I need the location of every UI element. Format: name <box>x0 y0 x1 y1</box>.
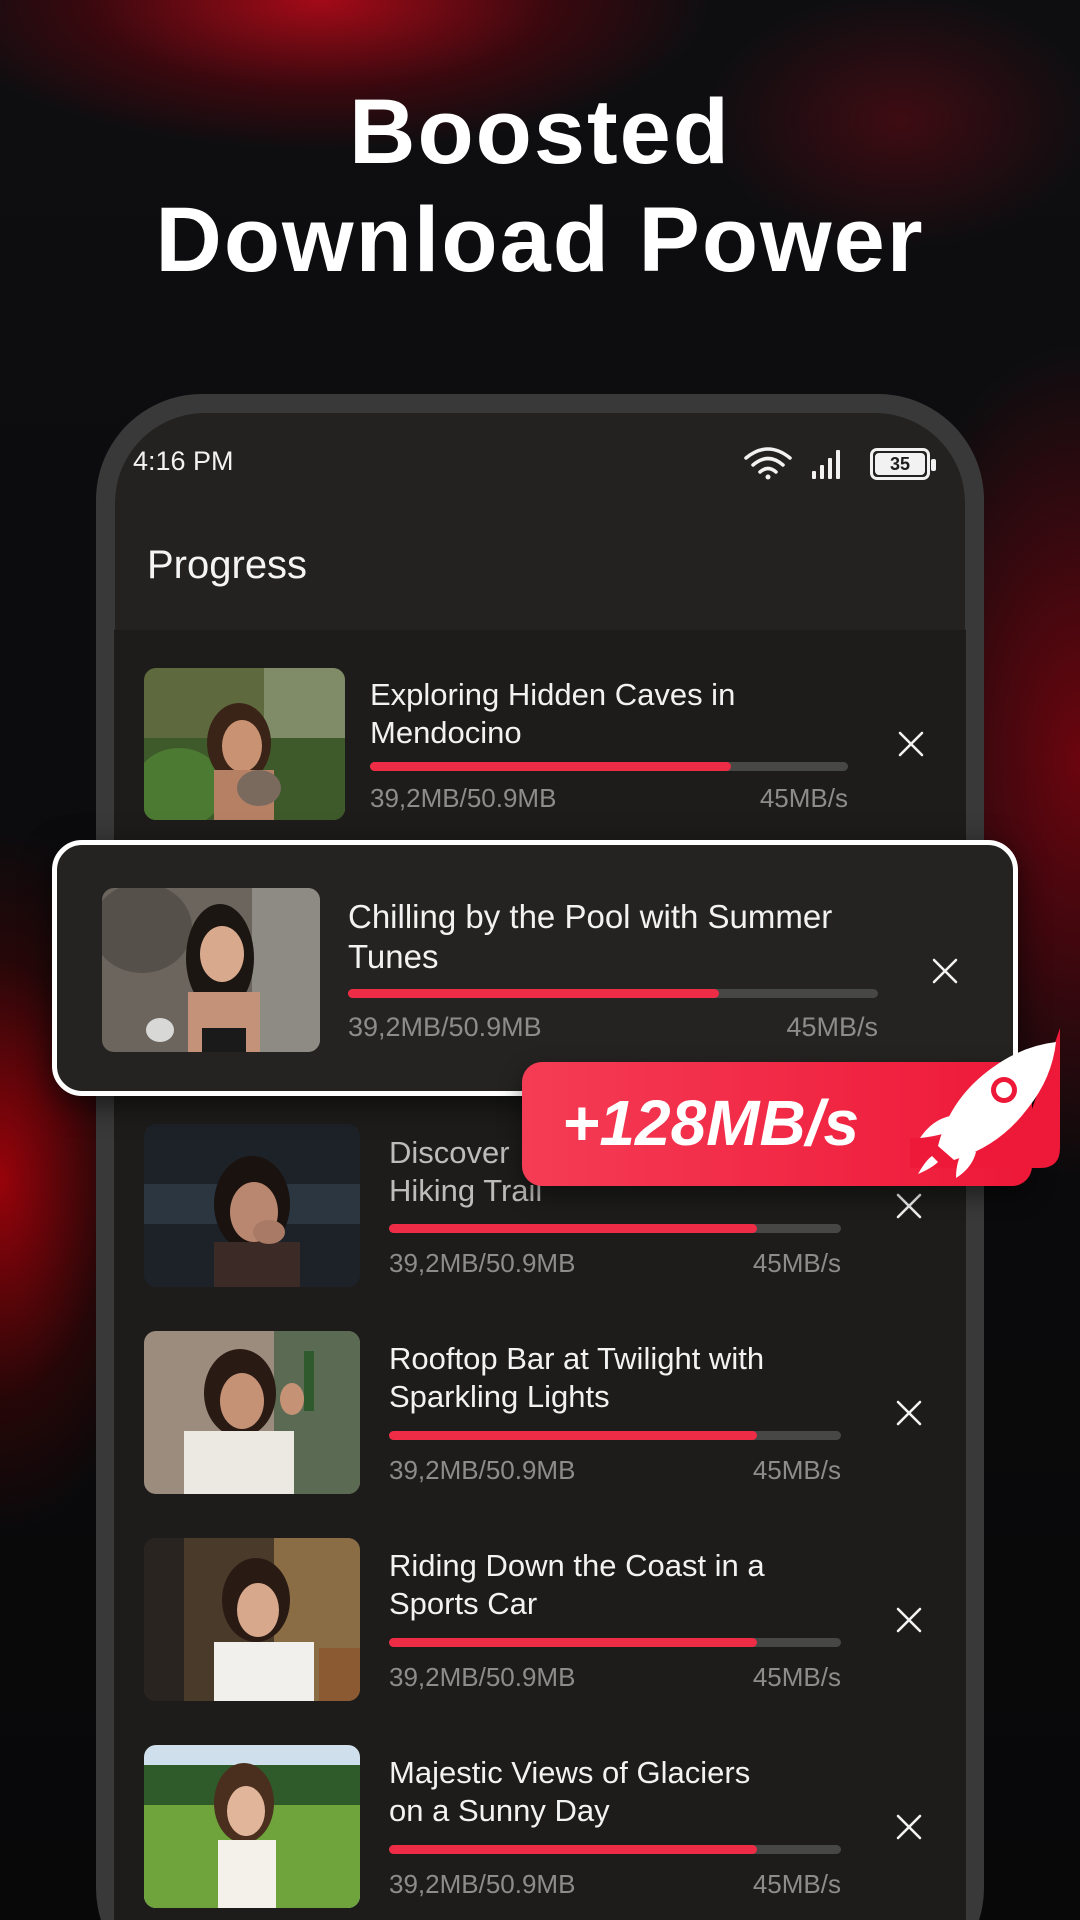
promo-stage: Boosted Download Power 4:16 PM 35 Progre… <box>0 0 1080 1920</box>
item-title: Chilling by the Pool with Summer Tunes <box>348 898 833 975</box>
speed-label: 45MB/s <box>786 1012 878 1042</box>
progress-fill <box>389 1638 758 1647</box>
signal-icon <box>812 450 840 479</box>
speed-label: 45MB/s <box>752 1455 841 1485</box>
close-icon[interactable] <box>895 1813 923 1841</box>
size-label: 39,2MB/50.9MB <box>389 1248 576 1278</box>
headline-line-2: Download Power <box>155 189 925 291</box>
page-title: Progress <box>147 543 308 587</box>
size-label: 39,2MB/50.9MB <box>348 1012 542 1042</box>
battery-icon: 35 <box>870 448 936 480</box>
boost-label: +128MB/s <box>562 1087 860 1159</box>
progress-fill <box>389 1431 758 1440</box>
battery-level: 35 <box>875 453 925 475</box>
close-icon[interactable] <box>897 730 925 758</box>
video-thumbnail <box>102 888 320 1052</box>
speed-label: 45MB/s <box>752 1248 841 1278</box>
speed-label: 45MB/s <box>759 783 848 813</box>
progress-bar <box>389 1845 841 1854</box>
close-icon[interactable] <box>895 1192 923 1220</box>
item-title: Majestic Views of Glaciers on a Sunny Da… <box>389 1755 751 1828</box>
size-label: 39,2MB/50.9MB <box>389 1455 576 1485</box>
progress-bar <box>389 1431 841 1440</box>
speed-label: 45MB/s <box>752 1662 841 1692</box>
speed-label: 45MB/s <box>752 1869 841 1899</box>
video-thumbnail <box>144 1538 360 1701</box>
progress-fill <box>389 1845 758 1854</box>
progress-bar <box>348 989 878 998</box>
video-thumbnail <box>144 1124 360 1287</box>
close-icon[interactable] <box>931 957 959 985</box>
size-label: 39,2MB/50.9MB <box>370 783 557 813</box>
headline-line-1: Boosted <box>349 81 731 183</box>
close-icon[interactable] <box>895 1399 923 1427</box>
status-time: 4:16 PM <box>133 446 234 476</box>
item-title: Riding Down the Coast in a Sports Car <box>389 1548 765 1621</box>
rocket-icon <box>910 1028 1060 1178</box>
progress-fill <box>348 989 719 998</box>
progress-bar <box>389 1638 841 1647</box>
wifi-icon <box>744 447 792 480</box>
video-thumbnail <box>144 668 345 820</box>
size-label: 39,2MB/50.9MB <box>389 1662 576 1692</box>
video-thumbnail <box>144 1331 360 1494</box>
video-thumbnail <box>144 1745 360 1908</box>
headline: Boosted Download Power <box>0 78 1080 294</box>
progress-bar <box>370 762 848 771</box>
size-label: 39,2MB/50.9MB <box>389 1869 576 1899</box>
progress-fill <box>370 762 731 771</box>
battery-tip <box>931 459 936 471</box>
item-title: Rooftop Bar at Twilight with Sparkling L… <box>389 1341 765 1414</box>
item-title: Exploring Hidden Caves in Mendocino <box>370 677 736 750</box>
progress-fill <box>389 1224 758 1233</box>
close-icon[interactable] <box>895 1606 923 1634</box>
progress-bar <box>389 1224 841 1233</box>
